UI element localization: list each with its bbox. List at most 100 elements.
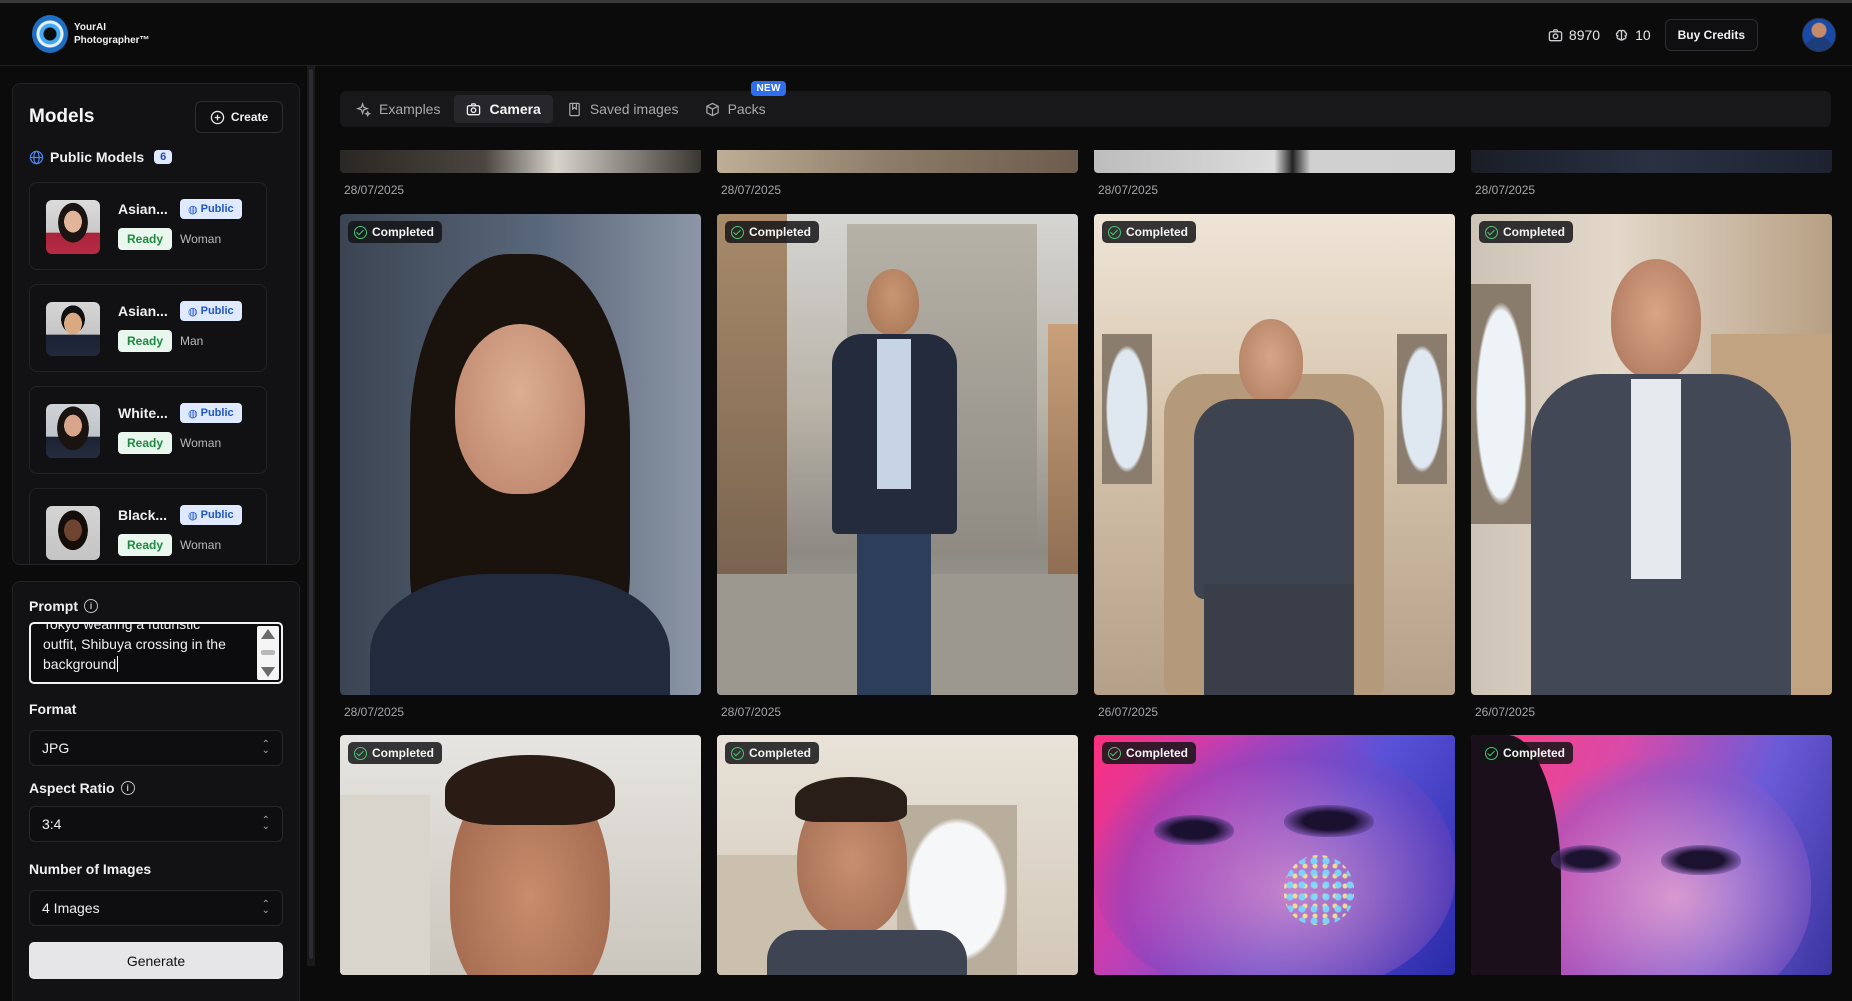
public-models-heading[interactable]: Public Models 6: [29, 149, 173, 165]
generated-image[interactable]: [340, 150, 701, 173]
prompt-scrollbar[interactable]: [257, 626, 279, 680]
tab-packs[interactable]: Packs NEW: [693, 81, 786, 123]
aspect-ratio-select[interactable]: 3:4 ⌃ ⌄: [29, 806, 283, 842]
image-face: [1094, 735, 1455, 975]
prompt-textarea[interactable]: Tokyo wearing a futuristic outfit, Shibu…: [29, 622, 283, 684]
chevron-up-down-icon: ⌃ ⌄: [261, 739, 270, 756]
generated-image[interactable]: [1471, 150, 1832, 173]
tab-examples[interactable]: Examples: [344, 95, 452, 123]
model-card[interactable]: White... ◍ Public Ready Woman: [29, 386, 267, 474]
sidebar-scroll-thumb[interactable]: [309, 69, 313, 959]
public-badge: ◍ Public: [180, 199, 242, 219]
photo-credits: 8970: [1548, 27, 1600, 43]
gallery-item[interactable]: Completed 26/07/2025: [1094, 214, 1455, 719]
completed-badge: Completed: [348, 742, 443, 764]
user-avatar[interactable]: [1802, 18, 1836, 52]
tab-camera-label: Camera: [489, 101, 541, 117]
gallery-item[interactable]: Completed: [717, 735, 1078, 975]
completed-label: Completed: [1503, 746, 1566, 760]
public-badge: ◍ Public: [180, 505, 242, 525]
tab-camera[interactable]: Camera: [454, 95, 553, 123]
generated-image[interactable]: Completed: [1094, 735, 1455, 975]
image-clothing: [370, 574, 670, 695]
completed-label: Completed: [372, 746, 435, 760]
image-eye-left: [1154, 815, 1234, 845]
create-model-button[interactable]: Create: [195, 101, 283, 133]
generated-image[interactable]: [1094, 150, 1455, 173]
image-eye-right: [1661, 845, 1741, 875]
gallery-item[interactable]: Completed 26/07/2025: [1471, 214, 1832, 719]
generated-image[interactable]: Completed: [1471, 214, 1832, 695]
image-building-left: [717, 214, 787, 574]
model-card[interactable]: Black... ◍ Public Ready Woman: [29, 488, 267, 564]
public-badge-label: Public: [200, 305, 234, 317]
gallery-item[interactable]: Completed 28/07/2025: [717, 214, 1078, 719]
image-count-select[interactable]: 4 Images ⌃ ⌄: [29, 890, 283, 926]
public-models-label: Public Models: [50, 149, 145, 165]
globe-icon: ◍: [188, 203, 198, 216]
scroll-down-arrow-icon[interactable]: [261, 667, 275, 677]
model-gender: Man: [180, 334, 204, 348]
image-date: 28/07/2025: [721, 183, 782, 197]
buy-credits-button[interactable]: Buy Credits: [1664, 19, 1758, 51]
model-card[interactable]: Asian... ◍ Public Ready Woman: [29, 182, 267, 270]
generated-image[interactable]: Completed: [340, 735, 701, 975]
model-card[interactable]: Asian... ◍ Public Ready Man: [29, 284, 267, 372]
generated-image[interactable]: Completed: [1094, 214, 1455, 695]
gallery-item[interactable]: 28/07/2025: [1094, 150, 1455, 197]
generated-image[interactable]: Completed: [717, 735, 1078, 975]
brand-name: YourAI Photographer™: [74, 21, 150, 47]
completed-label: Completed: [1126, 746, 1189, 760]
model-credits-value: 10: [1635, 27, 1651, 43]
image-count-value: 4 Images: [42, 900, 100, 916]
check-circle-icon: [1108, 225, 1121, 239]
generated-image[interactable]: [717, 150, 1078, 173]
brand-logo[interactable]: YourAI Photographer™: [32, 15, 150, 53]
gallery-item[interactable]: Completed 28/07/2025: [340, 214, 701, 719]
check-circle-icon: [731, 746, 744, 760]
tab-saved-images[interactable]: Saved images: [555, 95, 691, 123]
gallery-item[interactable]: 28/07/2025: [1471, 150, 1832, 197]
gallery-item[interactable]: Completed: [1471, 735, 1832, 975]
globe-icon: ◍: [188, 305, 198, 318]
scroll-thumb[interactable]: [261, 650, 275, 655]
prompt-line-1: Tokyo wearing a futuristic: [43, 622, 201, 632]
ready-badge: Ready: [118, 432, 173, 454]
info-icon[interactable]: i: [120, 781, 135, 795]
gallery-item[interactable]: Completed: [340, 735, 701, 975]
check-circle-icon: [1485, 225, 1498, 239]
generated-image[interactable]: Completed: [717, 214, 1078, 695]
prompt-line-2: outfit, Shibuya crossing in the: [43, 636, 226, 652]
scroll-up-arrow-icon[interactable]: [261, 629, 275, 639]
image-date: 28/07/2025: [1475, 183, 1536, 197]
brand-line-1: YourAI: [74, 22, 107, 33]
public-badge-label: Public: [200, 203, 234, 215]
format-label: Format: [29, 701, 77, 717]
credit-stats: 8970 10 Buy Credits: [1548, 19, 1758, 51]
sparkles-icon: [356, 101, 371, 117]
completed-badge: Completed: [1479, 221, 1574, 243]
completed-badge: Completed: [1102, 742, 1197, 764]
info-icon[interactable]: i: [84, 599, 98, 613]
gallery-item[interactable]: Completed: [1094, 735, 1455, 975]
aperture-logo-icon: [32, 15, 68, 53]
generated-image[interactable]: Completed: [1471, 735, 1832, 975]
camera-icon: [467, 102, 481, 115]
completed-badge: Completed: [348, 221, 443, 243]
image-face: [455, 324, 585, 494]
brain-icon: [1615, 29, 1628, 41]
image-suit: [1194, 399, 1354, 599]
aspect-ratio-label: Aspect Ratio i: [29, 780, 135, 796]
format-select[interactable]: JPG ⌃ ⌄: [29, 730, 283, 766]
generate-button[interactable]: Generate: [29, 942, 283, 979]
generated-image[interactable]: Completed: [340, 214, 701, 695]
ready-badge: Ready: [118, 534, 173, 556]
brand-line-2: Photographer™: [74, 35, 150, 46]
gallery-item[interactable]: 28/07/2025: [340, 150, 701, 197]
gallery-item[interactable]: 28/07/2025: [717, 150, 1078, 197]
aspect-ratio-value: 3:4: [42, 816, 62, 832]
photo-credits-value: 8970: [1568, 27, 1601, 43]
image-face: [1611, 259, 1701, 379]
image-shirt: [877, 339, 911, 489]
image-eye-left: [1551, 845, 1621, 873]
